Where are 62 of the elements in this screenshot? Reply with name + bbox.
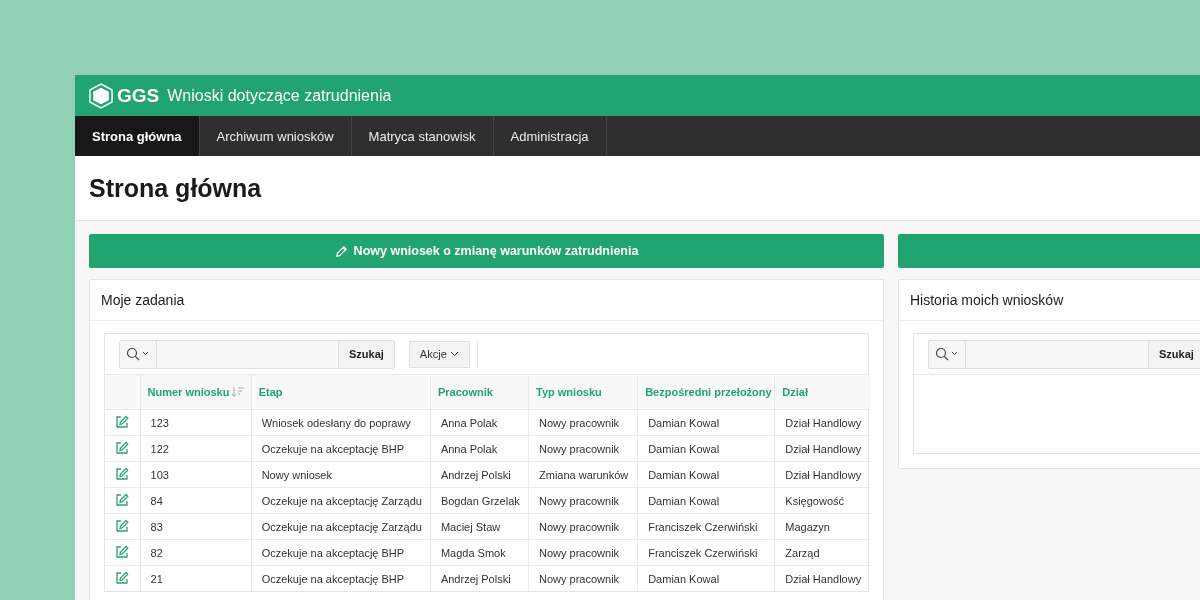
edit-icon[interactable] bbox=[115, 440, 130, 455]
table-cell: Maciej Staw bbox=[430, 513, 529, 540]
table-cell: Oczekuje na akceptację BHP bbox=[251, 435, 431, 462]
edit-icon[interactable] bbox=[115, 466, 130, 481]
table-cell: Damian Kowal bbox=[637, 461, 775, 488]
table-cell: Andrzej Polski bbox=[430, 565, 529, 591]
table-cell: Nowy pracownik bbox=[528, 539, 638, 566]
table-cell: Oczekuje na akceptację Zarządu bbox=[251, 487, 431, 514]
table-cell: 122 bbox=[140, 435, 252, 462]
table-cell: Dział Handlowy bbox=[774, 461, 871, 488]
app-title: Wnioski dotyczące zatrudnienia bbox=[167, 86, 392, 105]
edit-icon[interactable] bbox=[115, 570, 130, 585]
table-cell: 21 bbox=[140, 565, 252, 591]
table-cell: Damian Kowal bbox=[637, 487, 775, 514]
table-cell: 123 bbox=[140, 409, 252, 436]
table-cell: Dział Handlowy bbox=[774, 565, 871, 591]
table-cell: Nowy pracownik bbox=[528, 513, 638, 540]
page-title: Strona główna bbox=[89, 173, 262, 203]
table-cell: Franciszek Czerwiński bbox=[637, 513, 775, 540]
table-cell: Andrzej Polski bbox=[430, 461, 529, 488]
table-cell: Wniosek odesłany do poprawy bbox=[251, 409, 431, 436]
pencil-icon bbox=[334, 244, 348, 258]
edit-icon[interactable] bbox=[115, 544, 130, 559]
table-cell: 82 bbox=[140, 539, 252, 566]
table-cell: Dział Handlowy bbox=[774, 435, 871, 462]
edit-icon[interactable] bbox=[115, 414, 130, 429]
actions-menu-button[interactable]: Akcje bbox=[408, 340, 470, 368]
table-cell: 103 bbox=[140, 461, 252, 488]
search-button[interactable]: Szukaj bbox=[338, 340, 394, 368]
table-cell: Nowy pracownik bbox=[528, 565, 638, 591]
table-cell: Zmiana warunków bbox=[528, 461, 638, 488]
hexagon-logo-icon bbox=[89, 82, 113, 109]
edit-icon[interactable] bbox=[115, 492, 130, 507]
search-field[interactable]: Szukaj bbox=[928, 339, 1200, 369]
table-cell: Oczekuje na akceptację BHP bbox=[251, 539, 431, 566]
table-cell: Nowy pracownik bbox=[528, 435, 638, 462]
card-title: Historia moich wniosków bbox=[910, 292, 1064, 308]
table-cell: 84 bbox=[140, 487, 252, 514]
table-cell: Nowy wniosek bbox=[251, 461, 431, 488]
nav-tab[interactable]: Strona główna bbox=[75, 116, 200, 156]
search-field[interactable]: Szukaj bbox=[119, 339, 395, 369]
table-cell: Magazyn bbox=[774, 513, 871, 540]
table-cell: Franciszek Czerwiński bbox=[637, 539, 775, 566]
table-cell: Oczekuje na akceptację BHP bbox=[251, 565, 431, 591]
table-cell: Anna Polak bbox=[430, 435, 529, 462]
caret-icon bbox=[449, 351, 459, 357]
logo-text: GGS bbox=[117, 84, 160, 107]
table-cell: Bogdan Grzelak bbox=[430, 487, 529, 514]
table-cell: Księgowość bbox=[774, 487, 871, 514]
table-cell: Magda Smok bbox=[430, 539, 529, 566]
table-cell: 83 bbox=[140, 513, 252, 540]
table-cell: Damian Kowal bbox=[637, 565, 775, 591]
table-cell: Zarząd bbox=[774, 539, 871, 566]
table-cell: Damian Kowal bbox=[637, 409, 775, 436]
table-cell: Nowy pracownik bbox=[528, 487, 638, 514]
table-cell: Damian Kowal bbox=[637, 435, 775, 462]
table-cell: Oczekuje na akceptację Zarządu bbox=[251, 513, 431, 540]
table-cell: Anna Polak bbox=[430, 409, 529, 436]
card-title: Moje zadania bbox=[101, 292, 185, 308]
table-cell: Nowy pracownik bbox=[528, 409, 638, 436]
edit-icon[interactable] bbox=[115, 518, 130, 533]
table-cell: Dział Handlowy bbox=[774, 409, 871, 436]
